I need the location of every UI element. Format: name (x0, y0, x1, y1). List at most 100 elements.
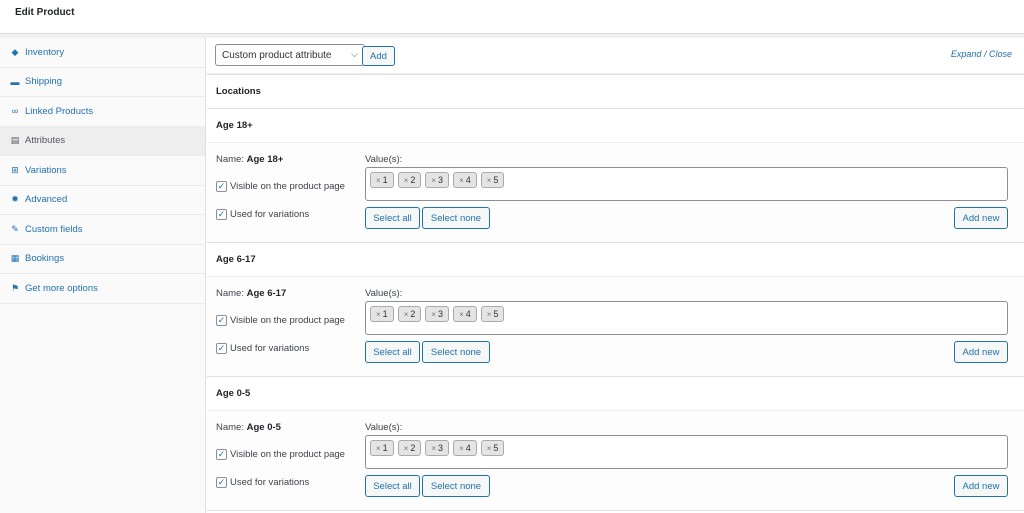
sidebar-item-label: Shipping (25, 76, 62, 88)
sidebar-item-advanced[interactable]: ✹ Advanced (0, 186, 205, 215)
top-bar: Edit Product (0, 0, 1024, 34)
remove-value-icon[interactable]: × (459, 310, 464, 319)
value-chip[interactable]: × 5 (480, 172, 505, 188)
value-chip-label: 4 (465, 443, 471, 453)
value-chip[interactable]: × 2 (397, 440, 422, 456)
sidebar-item-bookings[interactable]: ▦ Bookings (0, 245, 205, 274)
variations-label: Used for variations (230, 209, 310, 220)
value-chip[interactable]: × 3 (425, 306, 450, 322)
sidebar-item-label: Custom fields (25, 223, 83, 235)
expand-close-separator: / (983, 49, 987, 59)
value-chips: × 1 × 2 × 3 × 4 × 5 (370, 306, 1003, 322)
remove-value-icon[interactable]: × (459, 176, 464, 185)
remove-value-icon[interactable]: × (404, 176, 409, 185)
visible-checkbox[interactable]: ✓ Visible on the product page (216, 181, 345, 192)
sidebar-item-label: Variations (25, 164, 67, 176)
add-new-value-button[interactable]: Add new (954, 475, 1008, 497)
attribute-header[interactable]: Age 0-5 (207, 377, 1024, 411)
visible-checkbox[interactable]: ✓ Visible on the product page (216, 315, 345, 326)
close-link[interactable]: Close (989, 49, 1012, 59)
chevron-down-icon: ⌵ (351, 49, 358, 59)
checkmark-icon[interactable]: ✓ (216, 477, 227, 488)
attribute-header[interactable]: Age 6-17 (207, 243, 1024, 277)
select-all-button[interactable]: Select all (365, 475, 420, 497)
add-new-value-button[interactable]: Add new (954, 341, 1008, 363)
checkmark-icon[interactable]: ✓ (216, 209, 227, 220)
select-all-button[interactable]: Select all (365, 341, 420, 363)
checkmark-icon[interactable]: ✓ (216, 181, 227, 192)
remove-value-icon[interactable]: × (487, 310, 492, 319)
sidebar-item-attributes[interactable]: ▤ Attributes (0, 126, 205, 156)
variations-checkbox[interactable]: ✓ Used for variations (216, 477, 309, 488)
attribute-body: Name: Age 18+ ✓ Visible on the product pag… (207, 143, 1024, 243)
select-none-button[interactable]: Select none (422, 475, 490, 497)
sidebar-item-variations[interactable]: ⊞ Variations (0, 156, 205, 186)
checkmark-icon[interactable]: ✓ (216, 449, 227, 460)
value-chip-label: 3 (438, 309, 444, 319)
gear-icon: ✹ (11, 194, 19, 205)
value-chip-label: 4 (465, 309, 471, 319)
attribute-name-value: Age 0-5 (246, 422, 281, 433)
attribute-box: Age 18+ Name: Age 18+ ✓ Visible on the prod… (207, 108, 1024, 243)
remove-value-icon[interactable]: × (459, 444, 464, 453)
truck-icon: ▬ (10, 76, 20, 87)
sidebar-item-inventory[interactable]: ◆ Inventory (0, 38, 205, 68)
add-attribute-button[interactable]: Add (362, 46, 395, 66)
remove-value-icon[interactable]: × (487, 444, 492, 453)
value-chip[interactable]: × 5 (480, 306, 505, 322)
value-chip[interactable]: × 2 (397, 172, 422, 188)
values-field[interactable]: × 1 × 2 × 3 × 4 × 5 (365, 167, 1008, 201)
select-none-button[interactable]: Select none (422, 207, 490, 229)
visible-label: Visible on the product page (230, 449, 345, 460)
attribute-body: Name: Age 6-17 ✓ Visible on the product pa… (207, 277, 1024, 377)
add-new-value-button[interactable]: Add new (954, 207, 1008, 229)
value-chip[interactable]: × 1 (370, 172, 394, 188)
value-chip[interactable]: × 4 (453, 306, 477, 322)
select-all-button[interactable]: Select all (365, 207, 420, 229)
remove-value-icon[interactable]: × (431, 310, 436, 319)
variations-checkbox[interactable]: ✓ Used for variations (216, 209, 309, 220)
value-chip[interactable]: × 4 (453, 172, 477, 188)
remove-value-icon[interactable]: × (431, 444, 436, 453)
expand-link[interactable]: Expand (951, 49, 982, 59)
sidebar-item-get-more-options[interactable]: ⚑ Get more options (0, 274, 205, 304)
sidebar-item-linked-products[interactable]: ∞ Linked Products (0, 97, 205, 127)
attribute-name: Name: Age 6-17 (216, 288, 286, 299)
values-field[interactable]: × 1 × 2 × 3 × 4 × 5 (365, 435, 1008, 469)
sidebar-item-label: Attributes (25, 135, 66, 147)
locations-header[interactable]: Locations (207, 75, 1024, 109)
value-chip[interactable]: × 1 (370, 440, 394, 456)
remove-value-icon[interactable]: × (376, 176, 381, 185)
page-title: Edit Product (15, 7, 75, 18)
remove-value-icon[interactable]: × (376, 310, 381, 319)
remove-value-icon[interactable]: × (404, 310, 409, 319)
variations-checkbox[interactable]: ✓ Used for variations (216, 343, 309, 354)
value-chips: × 1 × 2 × 3 × 4 × 5 (370, 172, 1003, 188)
sidebar-item-custom-fields[interactable]: ✎ Custom fields (0, 215, 205, 245)
visible-checkbox[interactable]: ✓ Visible on the product page (216, 449, 345, 460)
values-field[interactable]: × 1 × 2 × 3 × 4 × 5 (365, 301, 1008, 335)
remove-value-icon[interactable]: × (487, 176, 492, 185)
value-chip[interactable]: × 1 (370, 306, 394, 322)
checkmark-icon[interactable]: ✓ (216, 315, 227, 326)
attribute-type-value: Custom product attribute (222, 49, 332, 61)
value-chip-label: 1 (382, 443, 388, 453)
value-chip[interactable]: × 2 (397, 306, 422, 322)
table-icon: ▤ (10, 135, 20, 146)
value-chip-label: 2 (410, 443, 416, 453)
value-chip[interactable]: × 3 (425, 440, 450, 456)
value-chip[interactable]: × 5 (480, 440, 505, 456)
remove-value-icon[interactable]: × (404, 444, 409, 453)
remove-value-icon[interactable]: × (376, 444, 381, 453)
link-icon: ∞ (11, 106, 19, 117)
attribute-header[interactable]: Age 18+ (207, 109, 1024, 143)
value-chip[interactable]: × 4 (453, 440, 477, 456)
remove-value-icon[interactable]: × (431, 176, 436, 185)
sidebar-item-label: Advanced (25, 194, 68, 206)
calendar-icon: ▦ (10, 253, 20, 264)
attribute-type-select[interactable]: Custom product attribute ⌵ (215, 44, 365, 66)
checkmark-icon[interactable]: ✓ (216, 343, 227, 354)
value-chip[interactable]: × 3 (425, 172, 450, 188)
sidebar-item-shipping[interactable]: ▬ Shipping (0, 68, 205, 97)
select-none-button[interactable]: Select none (422, 341, 490, 363)
